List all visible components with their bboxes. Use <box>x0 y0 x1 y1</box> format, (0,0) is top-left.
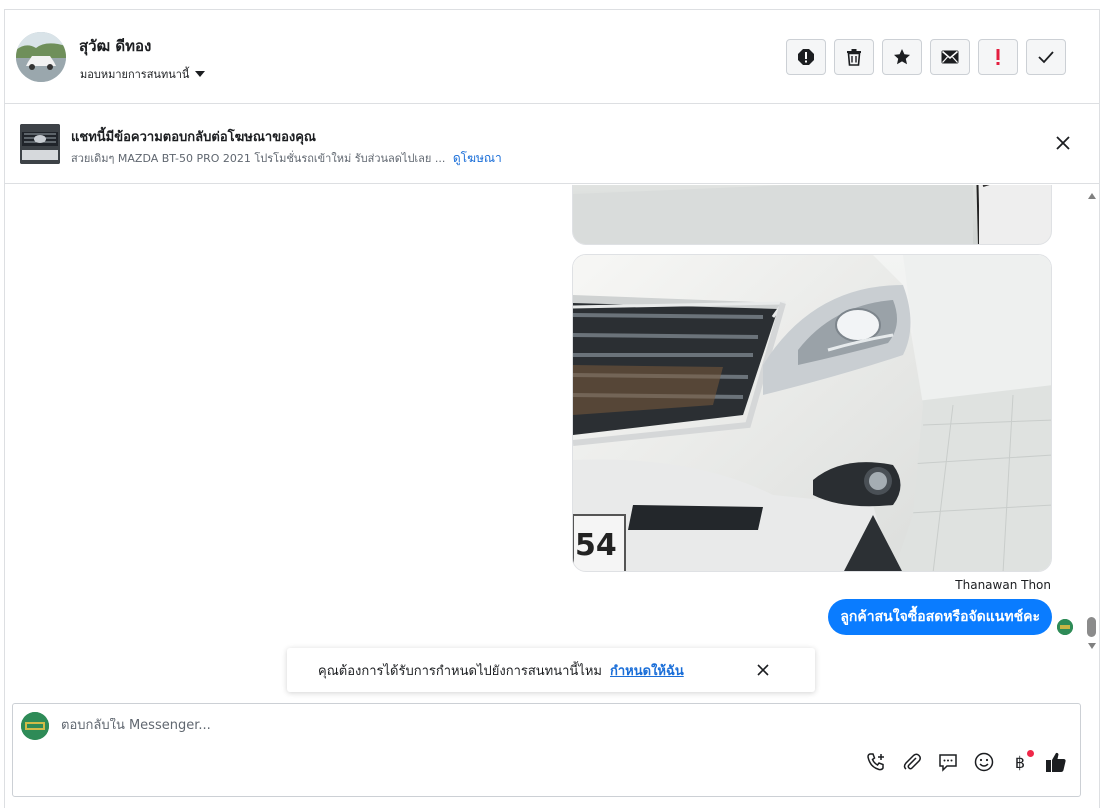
header-actions <box>786 39 1066 75</box>
message-thread: 54 Thanawan Thon ลูกค้าสนใจซื้อสดหรือจัด… <box>5 185 1099 655</box>
reply-input[interactable] <box>61 718 761 733</box>
phone-add-icon <box>867 753 884 771</box>
sender-name: Thanawan Thon <box>955 578 1051 592</box>
ad-banner-title: แชทนี้มีข้อความตอบกลับต่อโฆษณาของคุณ <box>71 130 316 145</box>
scrollbar-thumb[interactable] <box>1087 617 1096 637</box>
star-button[interactable] <box>882 39 922 75</box>
assign-label: มอบหมายการสนทนานี้ <box>80 68 190 81</box>
message-text: ลูกค้าสนใจซื้อสดหรือจัดแนทช์คะ <box>840 609 1040 625</box>
report-spam-button[interactable] <box>786 39 826 75</box>
sender-avatar <box>1057 619 1073 635</box>
contact-name[interactable]: สุวัฒ ดีทอง <box>79 34 151 58</box>
emoji-button[interactable] <box>972 750 996 774</box>
license-plate-text: 54 <box>575 528 617 563</box>
close-toast-button[interactable] <box>753 660 773 680</box>
payment-button[interactable]: ฿ <box>1008 750 1034 774</box>
assign-prompt-toast: คุณต้องการได้รับการกำหนดไปยังการสนทนานี้… <box>287 648 815 692</box>
delete-button[interactable] <box>834 39 874 75</box>
page-avatar <box>21 712 49 740</box>
saved-replies-button[interactable] <box>936 750 960 774</box>
checkmark-icon <box>1038 51 1054 64</box>
close-banner-button[interactable] <box>1051 131 1075 155</box>
image-message[interactable]: 54 <box>572 254 1052 572</box>
ad-banner-description: สวยเดิมๆ MAZDA BT-50 PRO 2021 โปรโมชั่นร… <box>71 149 502 168</box>
assign-prompt-text: คุณต้องการได้รับการกำหนดไปยังการสนทนานี้… <box>318 663 602 679</box>
ad-thumbnail[interactable] <box>20 124 60 164</box>
chat-bubble-icon <box>939 754 957 772</box>
scroll-up-arrow-icon[interactable] <box>1088 193 1096 199</box>
exclamation-icon <box>996 49 1000 65</box>
smiley-icon <box>974 752 994 772</box>
message-bubble-outgoing[interactable]: ลูกค้าสนใจซื้อสดหรือจัดแนทช์คะ <box>828 599 1052 635</box>
scroll-down-arrow-icon[interactable] <box>1088 643 1096 649</box>
trash-icon <box>847 49 861 66</box>
assign-conversation-dropdown[interactable]: มอบหมายการสนทนานี้ <box>80 65 206 83</box>
mark-unread-button[interactable] <box>930 39 970 75</box>
attach-button[interactable] <box>900 750 924 774</box>
notification-dot <box>1027 750 1034 757</box>
star-icon <box>894 49 910 65</box>
call-button[interactable] <box>864 750 888 774</box>
thumbs-up-icon <box>1046 752 1066 772</box>
contact-avatar[interactable] <box>16 32 66 82</box>
envelope-icon <box>941 50 959 64</box>
paperclip-icon <box>903 753 921 770</box>
image-message[interactable] <box>572 185 1052 245</box>
like-button[interactable] <box>1044 750 1068 774</box>
report-spam-icon <box>798 49 814 65</box>
baht-icon: ฿ <box>1014 752 1026 772</box>
reply-composer: ฿ <box>12 703 1081 797</box>
close-icon <box>1056 136 1070 150</box>
ad-reply-banner: แชทนี้มีข้อความตอบกลับต่อโฆษณาของคุณ สวย… <box>5 104 1099 184</box>
composer-tools: ฿ <box>864 750 1068 774</box>
view-ad-link[interactable]: ดูโฆษณา <box>453 151 502 165</box>
assign-to-me-link[interactable]: กำหนดให้ฉัน <box>610 660 684 681</box>
ad-description-text: สวยเดิมๆ MAZDA BT-50 PRO 2021 โปรโมชั่นร… <box>71 152 446 165</box>
conversation-header: สุวัฒ ดีทอง มอบหมายการสนทนานี้ <box>5 10 1099 104</box>
close-icon <box>757 664 769 676</box>
messages-scrollbar[interactable] <box>1085 185 1099 655</box>
caret-down-icon <box>195 71 206 77</box>
follow-up-button[interactable] <box>978 39 1018 75</box>
mark-done-button[interactable] <box>1026 39 1066 75</box>
